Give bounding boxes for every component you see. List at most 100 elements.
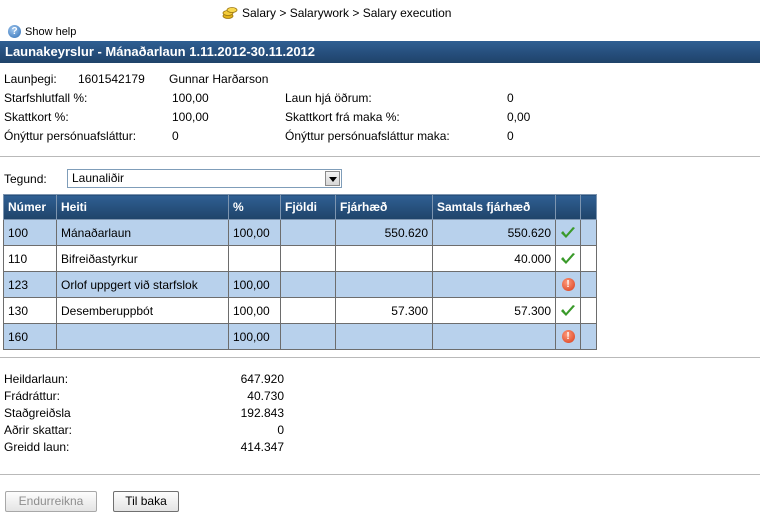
recalculate-button[interactable]: Endurreikna [5, 491, 97, 512]
divider-middle [0, 357, 760, 358]
skattkort-maka-label: Skattkort frá maka %: [285, 110, 400, 124]
cell-numer: 110 [3, 245, 57, 272]
onyttur-value: 0 [172, 129, 179, 143]
col-status [555, 194, 581, 220]
onyttur-maka-label: Ónýttur persónuafsláttur maka: [285, 129, 450, 143]
cell-status: ! [555, 323, 581, 350]
show-help-label: Show help [25, 25, 77, 38]
cell-fjarhaed [335, 271, 433, 298]
employee-label: Launþegi: [4, 72, 57, 86]
table-row[interactable]: 123 Orlof uppgert við starfslok 100,00 ! [3, 271, 597, 298]
onyttur-maka-value: 0 [507, 129, 514, 143]
total-label-fradrattur: Frádráttur: [4, 389, 61, 403]
total-label-heildarlaun: Heildarlaun: [4, 372, 69, 386]
cell-samtals [432, 271, 556, 298]
cell-fjarhaed [335, 323, 433, 350]
onyttur-label: Ónýttur persónuafsláttur: [4, 129, 137, 143]
cell-samtals [432, 323, 556, 350]
breadcrumb-bar: Salary > Salarywork > Salary execution [0, 0, 760, 22]
col-extra [580, 194, 597, 220]
cell-heiti: Desemberuppbót [56, 297, 229, 324]
cell-fjoldi [280, 323, 336, 350]
cell-fjoldi [280, 271, 336, 298]
cell-extra [580, 245, 597, 272]
table-row[interactable]: 160 100,00 ! [3, 323, 597, 350]
total-value-heildarlaun: 647.920 [240, 372, 284, 386]
cell-pct [228, 245, 281, 272]
cell-heiti: Mánaðarlaun [56, 219, 229, 246]
show-help-link[interactable]: ? Show help [0, 23, 760, 40]
error-icon: ! [561, 278, 575, 291]
cell-extra [580, 271, 597, 298]
laun-hja-value: 0 [507, 91, 514, 105]
total-value-fradrattur: 40.730 [247, 389, 284, 403]
table-row[interactable]: 100 Mánaðarlaun 100,00 550.620 550.620 [3, 219, 597, 246]
checkmark-icon [561, 226, 575, 238]
cell-status [555, 297, 581, 324]
col-samtals[interactable]: Samtals fjárhæð [432, 194, 556, 220]
total-value-greidd-laun: 414.347 [240, 440, 284, 454]
col-numer[interactable]: Númer [3, 194, 57, 220]
starfshlutfall-value: 100,00 [172, 91, 209, 105]
cell-pct: 100,00 [228, 297, 281, 324]
error-icon: ! [561, 330, 575, 343]
cell-heiti [56, 323, 229, 350]
tegund-selected: Launaliðir [72, 171, 125, 185]
skattkort-maka-value: 0,00 [507, 110, 531, 124]
page-title: Launakeyrslur - Mánaðarlaun 1.11.2012-30… [0, 41, 760, 63]
cell-extra [580, 323, 597, 350]
cell-extra [580, 219, 597, 246]
laun-hja-label: Laun hjá öðrum: [285, 91, 372, 105]
cell-status: ! [555, 271, 581, 298]
cell-fjoldi [280, 297, 336, 324]
checkmark-icon [561, 304, 575, 316]
skattkort-value: 100,00 [172, 110, 209, 124]
total-label-stadgreidsla: Staðgreiðsla [4, 406, 71, 420]
cell-samtals: 550.620 [432, 219, 556, 246]
cell-status [555, 245, 581, 272]
cell-pct: 100,00 [228, 323, 281, 350]
divider-top [0, 156, 760, 157]
cell-numer: 130 [3, 297, 57, 324]
table-row[interactable]: 110 Bifreiðastyrkur 40.000 [3, 245, 597, 272]
skattkort-label: Skattkort %: [4, 110, 69, 124]
cell-fjoldi [280, 245, 336, 272]
table-row[interactable]: 130 Desemberuppbót 100,00 57.300 57.300 [3, 297, 597, 324]
coins-icon [222, 5, 238, 20]
cell-fjarhaed: 57.300 [335, 297, 433, 324]
tegund-label: Tegund: [4, 172, 47, 186]
salary-items-table: Númer Heiti % Fjöldi Fjárhæð Samtals fjá… [3, 194, 597, 350]
cell-extra [580, 297, 597, 324]
cell-samtals: 57.300 [432, 297, 556, 324]
employee-name: Gunnar Harðarson [169, 72, 269, 86]
cell-numer: 123 [3, 271, 57, 298]
cell-numer: 160 [3, 323, 57, 350]
cell-pct: 100,00 [228, 219, 281, 246]
table-header-row: Númer Heiti % Fjöldi Fjárhæð Samtals fjá… [3, 194, 597, 220]
cell-heiti: Bifreiðastyrkur [56, 245, 229, 272]
cell-numer: 100 [3, 219, 57, 246]
total-label-greidd-laun: Greidd laun: [4, 440, 70, 454]
col-heiti[interactable]: Heiti [56, 194, 229, 220]
cell-fjarhaed [335, 245, 433, 272]
cell-heiti: Orlof uppgert við starfslok [56, 271, 229, 298]
total-value-stadgreidsla: 192.843 [240, 406, 284, 420]
total-value-adrir-skattar: 0 [277, 423, 284, 437]
cell-samtals: 40.000 [432, 245, 556, 272]
back-button[interactable]: Til baka [113, 491, 179, 512]
col-fjoldi[interactable]: Fjöldi [280, 194, 336, 220]
employee-id: 1601542179 [78, 72, 145, 86]
total-label-adrir-skattar: Aðrir skattar: [4, 423, 73, 437]
cell-fjarhaed: 550.620 [335, 219, 433, 246]
checkmark-icon [561, 252, 575, 264]
help-icon: ? [8, 25, 21, 38]
tegund-select[interactable]: Launaliðir [67, 169, 342, 188]
breadcrumb-text: Salary > Salarywork > Salary execution [242, 5, 452, 20]
breadcrumb: Salary > Salarywork > Salary execution [222, 5, 451, 20]
chevron-down-icon[interactable] [325, 171, 340, 186]
divider-bottom [0, 474, 760, 475]
cell-status [555, 219, 581, 246]
cell-pct: 100,00 [228, 271, 281, 298]
col-pct[interactable]: % [228, 194, 281, 220]
col-fjarhaed[interactable]: Fjárhæð [335, 194, 433, 220]
